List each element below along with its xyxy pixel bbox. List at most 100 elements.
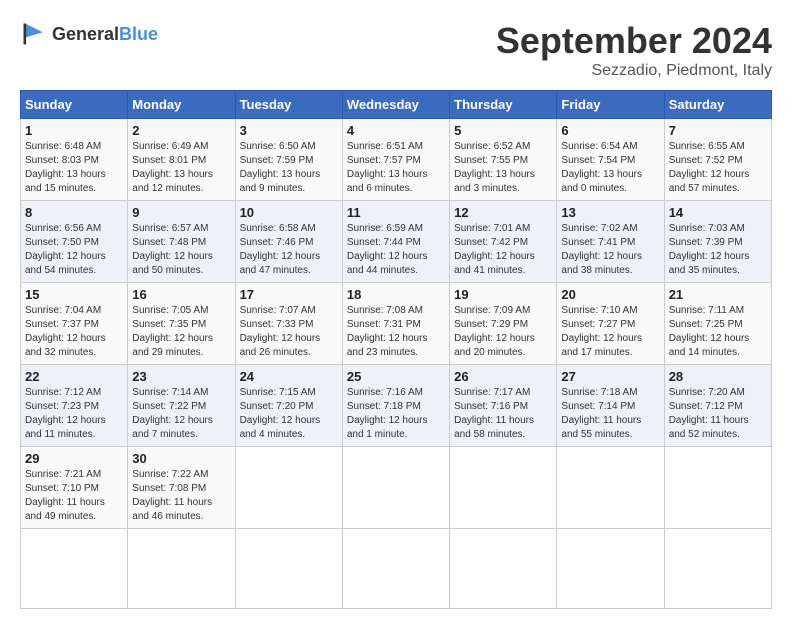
header: GeneralBlue September 2024 Sezzadio, Pie… (20, 20, 772, 80)
location-title: Sezzadio, Piedmont, Italy (496, 62, 772, 80)
day-number: 16 (132, 287, 230, 302)
col-sunday: Sunday (21, 91, 128, 119)
calendar-header: Sunday Monday Tuesday Wednesday Thursday… (21, 91, 772, 119)
day-number: 20 (561, 287, 659, 302)
day-number: 23 (132, 369, 230, 384)
cell-info: Sunrise: 7:03 AM Sunset: 7:39 PM Dayligh… (669, 222, 767, 278)
cell-info: Sunrise: 6:57 AM Sunset: 7:48 PM Dayligh… (132, 222, 230, 278)
day-number: 12 (454, 205, 552, 220)
cell-info: Sunrise: 6:52 AM Sunset: 7:55 PM Dayligh… (454, 140, 552, 196)
calendar-week-row: 15 Sunrise: 7:04 AM Sunset: 7:37 PM Dayl… (21, 283, 772, 365)
cell-info: Sunrise: 7:21 AM Sunset: 7:10 PM Dayligh… (25, 468, 123, 524)
logo-blue: Blue (119, 24, 158, 44)
day-number: 30 (132, 451, 230, 466)
calendar-week-row: 29 Sunrise: 7:21 AM Sunset: 7:10 PM Dayl… (21, 447, 772, 529)
day-number: 13 (561, 205, 659, 220)
calendar-table: Sunday Monday Tuesday Wednesday Thursday… (20, 90, 772, 609)
cell-info: Sunrise: 6:54 AM Sunset: 7:54 PM Dayligh… (561, 140, 659, 196)
title-area: September 2024 Sezzadio, Piedmont, Italy (496, 20, 772, 80)
day-number: 1 (25, 123, 123, 138)
day-number: 11 (347, 205, 445, 220)
col-monday: Monday (128, 91, 235, 119)
logo-general: General (52, 24, 119, 44)
calendar-body: 1 Sunrise: 6:48 AM Sunset: 8:03 PM Dayli… (21, 119, 772, 609)
cell-info: Sunrise: 6:50 AM Sunset: 7:59 PM Dayligh… (240, 140, 338, 196)
calendar-cell: 8 Sunrise: 6:56 AM Sunset: 7:50 PM Dayli… (21, 201, 128, 283)
calendar-cell (664, 529, 771, 609)
cell-info: Sunrise: 6:49 AM Sunset: 8:01 PM Dayligh… (132, 140, 230, 196)
calendar-cell: 18 Sunrise: 7:08 AM Sunset: 7:31 PM Dayl… (342, 283, 449, 365)
day-number: 18 (347, 287, 445, 302)
cell-info: Sunrise: 7:09 AM Sunset: 7:29 PM Dayligh… (454, 304, 552, 360)
cell-info: Sunrise: 7:22 AM Sunset: 7:08 PM Dayligh… (132, 468, 230, 524)
calendar-cell: 29 Sunrise: 7:21 AM Sunset: 7:10 PM Dayl… (21, 447, 128, 529)
day-number: 17 (240, 287, 338, 302)
logo-text: GeneralBlue (52, 24, 158, 45)
cell-info: Sunrise: 7:07 AM Sunset: 7:33 PM Dayligh… (240, 304, 338, 360)
calendar-cell: 4 Sunrise: 6:51 AM Sunset: 7:57 PM Dayli… (342, 119, 449, 201)
calendar-cell: 20 Sunrise: 7:10 AM Sunset: 7:27 PM Dayl… (557, 283, 664, 365)
col-friday: Friday (557, 91, 664, 119)
day-number: 2 (132, 123, 230, 138)
calendar-week-row (21, 529, 772, 609)
day-number: 19 (454, 287, 552, 302)
calendar-cell (450, 447, 557, 529)
cell-info: Sunrise: 7:05 AM Sunset: 7:35 PM Dayligh… (132, 304, 230, 360)
day-number: 21 (669, 287, 767, 302)
day-number: 4 (347, 123, 445, 138)
calendar-cell: 26 Sunrise: 7:17 AM Sunset: 7:16 PM Dayl… (450, 365, 557, 447)
day-number: 25 (347, 369, 445, 384)
calendar-cell: 24 Sunrise: 7:15 AM Sunset: 7:20 PM Dayl… (235, 365, 342, 447)
calendar-cell: 6 Sunrise: 6:54 AM Sunset: 7:54 PM Dayli… (557, 119, 664, 201)
cell-info: Sunrise: 7:08 AM Sunset: 7:31 PM Dayligh… (347, 304, 445, 360)
cell-info: Sunrise: 7:04 AM Sunset: 7:37 PM Dayligh… (25, 304, 123, 360)
calendar-cell (664, 447, 771, 529)
cell-info: Sunrise: 7:11 AM Sunset: 7:25 PM Dayligh… (669, 304, 767, 360)
cell-info: Sunrise: 7:02 AM Sunset: 7:41 PM Dayligh… (561, 222, 659, 278)
calendar-cell: 2 Sunrise: 6:49 AM Sunset: 8:01 PM Dayli… (128, 119, 235, 201)
day-number: 8 (25, 205, 123, 220)
cell-info: Sunrise: 7:01 AM Sunset: 7:42 PM Dayligh… (454, 222, 552, 278)
calendar-week-row: 22 Sunrise: 7:12 AM Sunset: 7:23 PM Dayl… (21, 365, 772, 447)
calendar-cell (235, 529, 342, 609)
cell-info: Sunrise: 7:16 AM Sunset: 7:18 PM Dayligh… (347, 386, 445, 442)
calendar-cell: 7 Sunrise: 6:55 AM Sunset: 7:52 PM Dayli… (664, 119, 771, 201)
col-saturday: Saturday (664, 91, 771, 119)
day-number: 5 (454, 123, 552, 138)
calendar-cell: 15 Sunrise: 7:04 AM Sunset: 7:37 PM Dayl… (21, 283, 128, 365)
cell-info: Sunrise: 7:18 AM Sunset: 7:14 PM Dayligh… (561, 386, 659, 442)
calendar-cell (557, 447, 664, 529)
cell-info: Sunrise: 6:58 AM Sunset: 7:46 PM Dayligh… (240, 222, 338, 278)
day-number: 27 (561, 369, 659, 384)
cell-info: Sunrise: 6:51 AM Sunset: 7:57 PM Dayligh… (347, 140, 445, 196)
calendar-week-row: 1 Sunrise: 6:48 AM Sunset: 8:03 PM Dayli… (21, 119, 772, 201)
cell-info: Sunrise: 6:55 AM Sunset: 7:52 PM Dayligh… (669, 140, 767, 196)
calendar-cell (21, 529, 128, 609)
cell-info: Sunrise: 7:17 AM Sunset: 7:16 PM Dayligh… (454, 386, 552, 442)
calendar-cell: 3 Sunrise: 6:50 AM Sunset: 7:59 PM Dayli… (235, 119, 342, 201)
cell-info: Sunrise: 6:59 AM Sunset: 7:44 PM Dayligh… (347, 222, 445, 278)
day-number: 14 (669, 205, 767, 220)
day-number: 26 (454, 369, 552, 384)
calendar-cell (128, 529, 235, 609)
cell-info: Sunrise: 6:56 AM Sunset: 7:50 PM Dayligh… (25, 222, 123, 278)
cell-info: Sunrise: 7:15 AM Sunset: 7:20 PM Dayligh… (240, 386, 338, 442)
calendar-cell (557, 529, 664, 609)
calendar-cell: 19 Sunrise: 7:09 AM Sunset: 7:29 PM Dayl… (450, 283, 557, 365)
col-wednesday: Wednesday (342, 91, 449, 119)
logo-icon (20, 20, 48, 48)
day-number: 22 (25, 369, 123, 384)
calendar-cell: 30 Sunrise: 7:22 AM Sunset: 7:08 PM Dayl… (128, 447, 235, 529)
calendar-cell: 10 Sunrise: 6:58 AM Sunset: 7:46 PM Dayl… (235, 201, 342, 283)
calendar-cell: 21 Sunrise: 7:11 AM Sunset: 7:25 PM Dayl… (664, 283, 771, 365)
cell-info: Sunrise: 6:48 AM Sunset: 8:03 PM Dayligh… (25, 140, 123, 196)
month-title: September 2024 (496, 20, 772, 62)
day-number: 7 (669, 123, 767, 138)
day-number: 24 (240, 369, 338, 384)
calendar-cell: 9 Sunrise: 6:57 AM Sunset: 7:48 PM Dayli… (128, 201, 235, 283)
logo: GeneralBlue (20, 20, 158, 48)
calendar-cell: 17 Sunrise: 7:07 AM Sunset: 7:33 PM Dayl… (235, 283, 342, 365)
calendar-cell (450, 529, 557, 609)
calendar-cell: 5 Sunrise: 6:52 AM Sunset: 7:55 PM Dayli… (450, 119, 557, 201)
calendar-cell: 22 Sunrise: 7:12 AM Sunset: 7:23 PM Dayl… (21, 365, 128, 447)
